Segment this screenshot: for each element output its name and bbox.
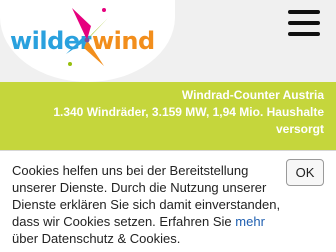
menu-bar: [288, 21, 320, 25]
banner-title[interactable]: Windrad-Counter Austria: [53, 87, 324, 104]
pinwheel-blade-blue: [66, 38, 87, 54]
pinwheel-hub: [84, 37, 90, 43]
pinwheel-blade-pink: [72, 8, 91, 40]
pinwheel-dot: [68, 62, 72, 66]
logo-word-right: wind: [92, 27, 155, 55]
windrad-counter-banner: Windrad-Counter Austria 1.340 Windräder,…: [0, 82, 336, 150]
pinwheel-dot: [102, 8, 106, 12]
site-logo[interactable]: wilder wind: [0, 2, 175, 80]
cookie-notice: Cookies helfen uns bei der Bereitstellun…: [0, 150, 336, 252]
cookie-more-link[interactable]: mehr: [235, 214, 265, 229]
menu-bar: [288, 32, 320, 36]
cookie-text-tail: über Datenschutz & Cookies.: [12, 231, 181, 246]
menu-bar: [288, 10, 320, 14]
banner-stats-cont: versorgt: [275, 122, 324, 136]
cookie-text: Cookies helfen uns bei der Bereitstellun…: [12, 162, 282, 247]
banner-text: Windrad-Counter Austria 1.340 Windräder,…: [53, 82, 324, 138]
site-header: wilder wind: [0, 0, 336, 82]
cookie-ok-button[interactable]: OK: [286, 159, 324, 186]
hamburger-menu-icon[interactable]: [284, 8, 324, 40]
banner-stats: 1.340 Windräder, 3.159 MW, 1,94 Mio. Hau…: [53, 105, 324, 119]
